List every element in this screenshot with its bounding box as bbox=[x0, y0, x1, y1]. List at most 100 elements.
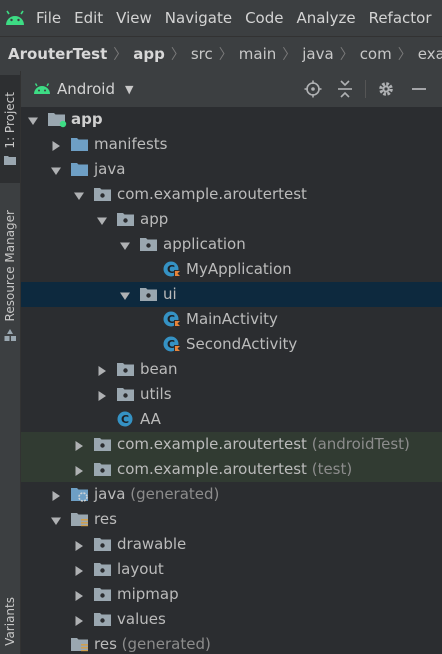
chevron-down-icon: ▼ bbox=[125, 82, 134, 96]
tree-row[interactable]: ui bbox=[21, 282, 442, 307]
tree-row[interactable]: C SecondActivity bbox=[21, 332, 442, 357]
package-icon bbox=[93, 610, 113, 628]
menu-edit[interactable]: Edit bbox=[74, 9, 103, 27]
kotlin-class-icon: C bbox=[162, 260, 182, 278]
tree-row-label: app bbox=[71, 110, 103, 129]
tree-row-name: app bbox=[140, 210, 169, 228]
package-icon bbox=[93, 435, 113, 453]
tree-row[interactable]: app bbox=[21, 107, 442, 132]
breadcrumb-main[interactable]: main bbox=[235, 45, 280, 63]
expand-arrow-down-icon[interactable] bbox=[73, 188, 85, 200]
tree-row-name: bean bbox=[140, 360, 178, 378]
tree-row-name: MyApplication bbox=[186, 260, 292, 278]
tree-row-label: com.example.aroutertest bbox=[117, 185, 307, 204]
tree-row[interactable]: app bbox=[21, 207, 442, 232]
breadcrumb-separator-icon: 〉 bbox=[397, 47, 412, 63]
toolbar-divider bbox=[365, 80, 366, 98]
tree-row[interactable]: java (generated) bbox=[21, 482, 442, 507]
tree-row-label: MainActivity bbox=[186, 310, 278, 329]
breadcrumb-java[interactable]: java bbox=[298, 45, 337, 63]
package-icon bbox=[116, 360, 136, 378]
tree-row[interactable]: manifests bbox=[21, 132, 442, 157]
folder-icon bbox=[70, 160, 90, 178]
tree-row-name: ui bbox=[163, 285, 177, 303]
expand-arrow-right-icon[interactable] bbox=[96, 363, 108, 376]
package-icon bbox=[93, 560, 113, 578]
expand-arrow-right-icon[interactable] bbox=[50, 488, 62, 501]
tree-row-label: app bbox=[140, 210, 168, 229]
menu-code[interactable]: Code bbox=[245, 9, 283, 27]
expand-arrow-down-icon[interactable] bbox=[50, 163, 62, 175]
tree-row-label: utils bbox=[140, 385, 172, 404]
breadcrumb: ArouterTest 〉 app 〉 src 〉 main 〉 java 〉 … bbox=[0, 36, 442, 72]
breadcrumb-example[interactable]: example bbox=[414, 45, 442, 63]
tree-row[interactable]: com.example.aroutertest bbox=[21, 182, 442, 207]
tree-row[interactable]: C MainActivity bbox=[21, 307, 442, 332]
tree-row[interactable]: com.example.aroutertest (test) bbox=[21, 457, 442, 482]
expand-arrow-right-icon[interactable] bbox=[73, 613, 85, 626]
build-variants-tab[interactable]: Variants bbox=[0, 591, 20, 651]
expand-arrow-down-icon[interactable] bbox=[119, 238, 131, 250]
tree-row[interactable]: mipmap bbox=[21, 582, 442, 607]
expand-arrow-right-icon[interactable] bbox=[96, 388, 108, 401]
menu-navigate[interactable]: Navigate bbox=[165, 9, 232, 27]
tree-row-suffix: (generated) bbox=[121, 635, 211, 653]
collapse-all-icon[interactable] bbox=[335, 79, 355, 99]
tree-row-name: utils bbox=[140, 385, 172, 403]
breadcrumb-module[interactable]: app bbox=[129, 45, 169, 63]
expand-arrow-right-icon[interactable] bbox=[73, 438, 85, 451]
tree-row-name: drawable bbox=[117, 535, 187, 553]
resource-manager-tab[interactable]: Resource Manager bbox=[0, 201, 20, 351]
generated-folder-icon bbox=[70, 485, 90, 503]
expand-arrow-right-icon[interactable] bbox=[50, 138, 62, 151]
expand-arrow-right-icon[interactable] bbox=[73, 563, 85, 576]
expand-arrow-right-icon[interactable] bbox=[73, 463, 85, 476]
android-icon bbox=[34, 83, 50, 94]
tree-row[interactable]: layout bbox=[21, 557, 442, 582]
expand-arrow-right-icon[interactable] bbox=[73, 538, 85, 551]
expand-arrow-down-icon[interactable] bbox=[119, 288, 131, 300]
tree-row[interactable]: res bbox=[21, 507, 442, 532]
hide-panel-icon[interactable] bbox=[409, 79, 429, 99]
locate-icon[interactable] bbox=[303, 79, 323, 99]
tree-row-label: manifests bbox=[94, 135, 168, 154]
android-studio-logo-icon bbox=[4, 8, 26, 28]
tree-row[interactable]: res (generated) bbox=[21, 632, 442, 654]
tree-row[interactable]: utils bbox=[21, 382, 442, 407]
project-tool-tab[interactable]: 1: Project bbox=[0, 75, 20, 183]
breadcrumb-com[interactable]: com bbox=[356, 45, 396, 63]
tree-row[interactable]: C MyApplication bbox=[21, 257, 442, 282]
package-icon bbox=[139, 285, 159, 303]
breadcrumb-separator-icon: 〉 bbox=[282, 47, 297, 63]
project-view-selector[interactable]: Android ▼ bbox=[33, 80, 133, 98]
tree-row[interactable]: drawable bbox=[21, 532, 442, 557]
menu-refactor[interactable]: Refactor bbox=[369, 9, 432, 27]
expand-arrow-down-icon[interactable] bbox=[27, 113, 39, 125]
svg-text:C: C bbox=[167, 338, 175, 351]
project-tree: app manifests java com.example.aroutertest a… bbox=[21, 107, 442, 654]
svg-text:C: C bbox=[167, 263, 175, 276]
expand-arrow-down-icon[interactable] bbox=[50, 513, 62, 525]
tree-row-name: SecondActivity bbox=[186, 335, 298, 353]
tree-row[interactable]: bean bbox=[21, 357, 442, 382]
expand-arrow-down-icon[interactable] bbox=[96, 213, 108, 225]
tree-row-label: res bbox=[94, 510, 117, 529]
tree-row-name: com.example.aroutertest bbox=[117, 435, 307, 453]
res-folder-icon bbox=[70, 635, 90, 653]
tree-row-label: java (generated) bbox=[94, 485, 219, 504]
tree-row-name: AA bbox=[140, 410, 161, 428]
tree-row[interactable]: values bbox=[21, 607, 442, 632]
expand-arrow-right-icon[interactable] bbox=[73, 588, 85, 601]
tree-row[interactable]: application bbox=[21, 232, 442, 257]
tree-row[interactable]: com.example.aroutertest (androidTest) bbox=[21, 432, 442, 457]
tree-row-name: layout bbox=[117, 560, 164, 578]
tree-row[interactable]: C AA bbox=[21, 407, 442, 432]
breadcrumb-separator-icon: 〉 bbox=[218, 47, 233, 63]
menu-file[interactable]: File bbox=[36, 9, 61, 27]
breadcrumb-src[interactable]: src bbox=[187, 45, 217, 63]
breadcrumb-project[interactable]: ArouterTest bbox=[0, 45, 111, 63]
gear-icon[interactable] bbox=[376, 79, 396, 99]
menu-view[interactable]: View bbox=[116, 9, 152, 27]
menu-analyze[interactable]: Analyze bbox=[296, 9, 355, 27]
tree-row[interactable]: java bbox=[21, 157, 442, 182]
